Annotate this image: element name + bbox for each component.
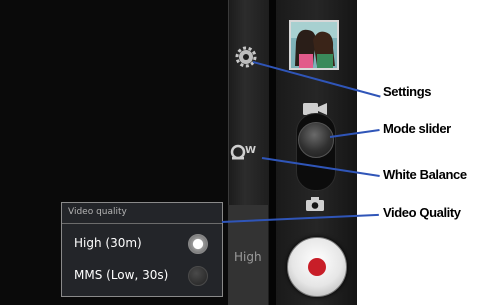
callout-video-quality: Video Quality: [383, 205, 461, 220]
callout-white-balance: White Balance: [383, 167, 467, 182]
current-quality-label: High: [234, 250, 262, 264]
mode-slider-knob[interactable]: [298, 122, 334, 158]
record-icon: [308, 258, 326, 276]
quality-option-high[interactable]: High (30m): [62, 228, 222, 260]
white-balance-button[interactable]: W: [230, 143, 264, 163]
settings-gear-icon[interactable]: [234, 45, 258, 69]
video-camera-icon: [303, 100, 327, 115]
callout-mode-slider: Mode slider: [383, 121, 451, 136]
white-balance-label: W: [245, 145, 257, 156]
camera-icon: [306, 196, 324, 211]
popup-divider: [62, 223, 222, 224]
camcorder-screen: W High Video quality High (30m) MMS (Low…: [0, 0, 357, 305]
quality-option-mms[interactable]: MMS (Low, 30s): [62, 260, 222, 292]
video-quality-popup: Video quality High (30m) MMS (Low, 30s): [61, 202, 223, 297]
callout-settings: Settings: [383, 84, 432, 99]
gallery-thumbnail[interactable]: [289, 20, 339, 70]
option-label: High (30m): [74, 236, 142, 250]
radio-unselected-icon[interactable]: [188, 266, 208, 286]
radio-selected-icon[interactable]: [188, 234, 208, 254]
option-label: MMS (Low, 30s): [74, 268, 169, 282]
record-button[interactable]: [287, 237, 347, 297]
popup-title: Video quality: [68, 207, 127, 217]
